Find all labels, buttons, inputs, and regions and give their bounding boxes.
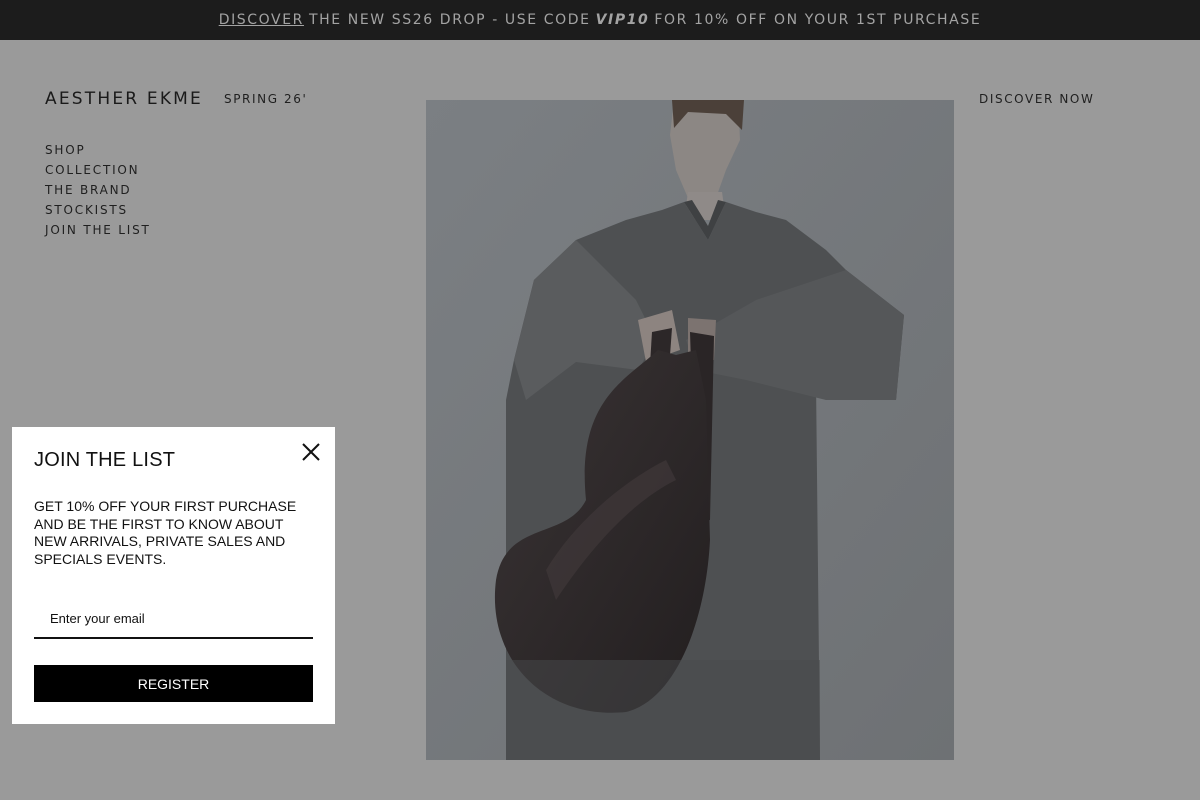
promo-code: VIP10 bbox=[595, 12, 650, 28]
brand-logo[interactable]: AESTHER EKME bbox=[45, 89, 203, 109]
nav-item-collection[interactable]: COLLECTION bbox=[45, 162, 151, 182]
announcement-discover-link[interactable]: DISCOVER bbox=[219, 12, 304, 28]
modal-description: GET 10% OFF YOUR FIRST PURCHASE AND BE T… bbox=[34, 498, 297, 567]
nav-item-shop[interactable]: SHOP bbox=[45, 142, 151, 162]
nav-item-join-the-list[interactable]: JOIN THE LIST bbox=[45, 222, 151, 242]
announcement-bar: DISCOVER THE NEW SS26 DROP - USE CODE VIP1… bbox=[0, 0, 1200, 40]
email-field[interactable] bbox=[34, 599, 313, 639]
announcement-text: THE NEW SS26 DROP - USE CODE bbox=[308, 12, 591, 28]
announcement-text-end: FOR 10% OFF ON YOUR 1ST PURCHASE bbox=[654, 12, 982, 28]
nav-item-the-brand[interactable]: THE BRAND bbox=[45, 182, 151, 202]
nav-item-stockists[interactable]: STOCKISTS bbox=[45, 202, 151, 222]
main-nav: SHOP COLLECTION THE BRAND STOCKISTS JOIN… bbox=[45, 142, 151, 242]
register-button[interactable]: REGISTER bbox=[34, 665, 313, 702]
hero-image[interactable] bbox=[426, 100, 954, 760]
discover-now-link[interactable]: DISCOVER NOW bbox=[979, 92, 1094, 106]
close-icon[interactable] bbox=[300, 441, 322, 463]
newsletter-modal: JOIN THE LIST GET 10% OFF YOUR FIRST PUR… bbox=[12, 427, 335, 724]
season-label: SPRING 26' bbox=[224, 92, 308, 106]
modal-title: JOIN THE LIST bbox=[34, 449, 176, 471]
